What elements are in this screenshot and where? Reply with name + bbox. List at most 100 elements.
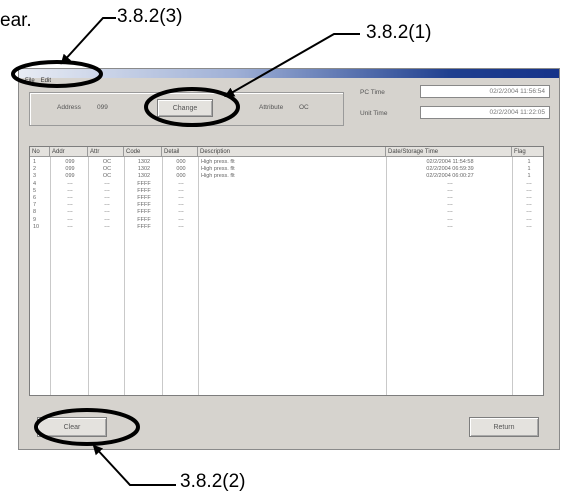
column-header-no: No (30, 147, 50, 157)
fault-history-table: No Addr Attr Code Detail Description Dat… (29, 146, 544, 396)
table-cell: 099 (65, 159, 75, 165)
callout-label-1: 3.8.2(1) (366, 22, 432, 43)
menu-item-edit[interactable]: Edit (41, 78, 51, 84)
table-cell: FFFF (137, 187, 151, 194)
table-cell: --- (526, 223, 532, 230)
table-cell: --- (526, 187, 532, 194)
table-cell: --- (104, 209, 110, 216)
table-cell: --- (178, 195, 184, 201)
column-header-detail: Detail (162, 147, 198, 157)
table-cell: FFFF (137, 195, 151, 201)
table-cell: FFFF (137, 223, 151, 230)
unit-time-label: Unit Time (360, 110, 388, 117)
callout-line-3 (60, 17, 116, 65)
table-cell: --- (526, 216, 532, 223)
table-cell: 1 (527, 166, 531, 173)
table-cell: FFFF (137, 209, 151, 216)
column-header-flag: Flag (512, 147, 543, 157)
return-button[interactable]: Return (469, 417, 539, 437)
table-cell: High press. flt (201, 173, 235, 180)
change-button[interactable]: Change (157, 99, 213, 117)
table-cell: --- (67, 223, 73, 230)
table-cell: 1302 (137, 173, 151, 180)
pc-time-field: 02/2/2004 11:56:54 (420, 85, 550, 98)
table-cell: High press. flt (201, 159, 235, 165)
column-header-attr: Attr (88, 147, 124, 157)
table-cell: --- (104, 223, 110, 230)
table-cell: --- (178, 216, 184, 223)
column-divider (124, 157, 125, 395)
table-cell: OC (102, 173, 112, 180)
table-cell: --- (178, 187, 184, 194)
address-value: 099 (97, 104, 108, 111)
table-cell: --- (526, 209, 532, 216)
table-cell: 000 (176, 173, 186, 180)
column-divider (88, 157, 89, 395)
column-header-description: Description (198, 147, 386, 157)
table-cell: 6 (33, 195, 37, 201)
unit-time-field: 02/2/2004 11:22:05 (420, 106, 550, 119)
column-divider (386, 157, 387, 395)
table-cell: --- (104, 187, 110, 194)
table-cell: 000 (176, 166, 186, 173)
table-cell: FFFF (137, 202, 151, 209)
table-cell: 02/2/2004 06:59:39 (426, 166, 474, 173)
table-cell: --- (67, 216, 73, 223)
table-cell: OC (102, 159, 112, 165)
table-cell: --- (104, 216, 110, 223)
table-cell: --- (178, 202, 184, 209)
pc-time-label: PC Time (360, 89, 385, 96)
table-cell: --- (447, 202, 453, 209)
table-cell: --- (104, 202, 110, 209)
title-bar (19, 69, 559, 78)
callout-label-3: 3.8.2(3) (117, 6, 183, 27)
column-header-addr: Addr (50, 147, 88, 157)
table-cell: 8 (33, 209, 37, 216)
attribute-value: OC (299, 104, 309, 111)
table-cell: --- (67, 180, 73, 187)
table-cell: 1302 (137, 166, 151, 173)
table-cell: --- (104, 180, 110, 187)
column-divider (512, 157, 513, 395)
table-cell: 000 (176, 159, 186, 165)
table-cell: 4 (33, 180, 37, 187)
table-cell: --- (526, 195, 532, 201)
table-cell: 10 (33, 223, 40, 230)
attribute-label: Attribute (259, 104, 284, 111)
fault-history-window: File Edit Address 099 Change Attribute OC… (18, 68, 560, 450)
table-cell: 9 (33, 216, 37, 223)
table-cell: --- (447, 180, 453, 187)
column-header-date-storage-time: Date/Storage Time (386, 147, 512, 157)
table-cell: OC (102, 166, 112, 173)
table-cell: --- (447, 209, 453, 216)
table-cell: FFFF (137, 180, 151, 187)
table-cell: 1302 (137, 159, 151, 165)
column-header-code: Code (124, 147, 162, 157)
table-cell: 3 (33, 173, 37, 180)
table-cell: --- (447, 187, 453, 194)
address-label: Address (57, 104, 81, 111)
table-cell: --- (526, 180, 532, 187)
table-cell: 099 (65, 173, 75, 180)
table-cell: 02/2/2004 11:54:58 (426, 159, 474, 165)
table-cell: --- (67, 202, 73, 209)
column-divider (198, 157, 199, 395)
callout-fragment: ear. (0, 10, 32, 31)
table-cell: High press. flt (201, 166, 235, 173)
menu-item-file[interactable]: File (25, 78, 35, 84)
table-cell: --- (178, 180, 184, 187)
table-cell: 099 (65, 166, 75, 173)
table-cell: 1 (527, 173, 531, 180)
table-cell: --- (178, 223, 184, 230)
table-cell: --- (67, 187, 73, 194)
column-divider (162, 157, 163, 395)
table-cell: 7 (33, 202, 37, 209)
callout-label-2: 3.8.2(2) (180, 471, 246, 492)
table-cell: FFFF (137, 216, 151, 223)
table-cell: --- (447, 216, 453, 223)
table-cell: --- (67, 209, 73, 216)
table-cell: 02/2/2004 06:00:27 (426, 173, 474, 180)
clear-button[interactable]: Clear (37, 417, 107, 437)
table-cell: 1 (33, 159, 37, 165)
table-cell: --- (67, 195, 73, 201)
